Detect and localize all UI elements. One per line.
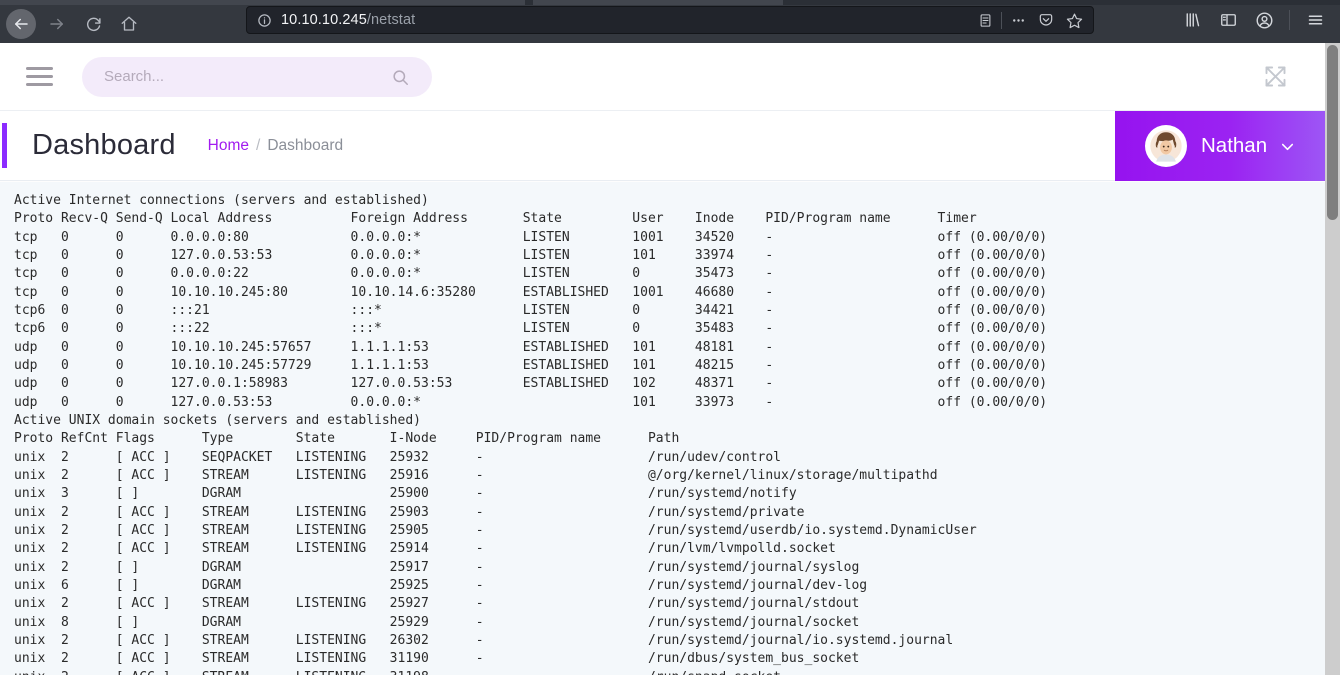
url-host: 10.10.10.245 — [281, 12, 367, 28]
menu-toggle-button[interactable] — [26, 62, 56, 92]
avatar — [1145, 125, 1187, 167]
hamburger-menu-icon[interactable] — [1300, 7, 1330, 33]
reload-button[interactable] — [78, 9, 108, 39]
home-icon — [121, 16, 137, 31]
user-name: Nathan — [1201, 134, 1268, 157]
urlbar-divider — [1001, 11, 1002, 29]
page-viewport: Dashboard Home / Dashboard Nathan — [0, 43, 1340, 675]
breadcrumb-separator: / — [256, 136, 261, 154]
expand-arrows-icon[interactable] — [1262, 63, 1289, 90]
url-path: /netstat — [366, 12, 416, 28]
reload-icon — [86, 17, 101, 31]
back-button[interactable] — [6, 9, 36, 39]
breadcrumb-current: Dashboard — [267, 136, 344, 154]
title-accent-bar — [2, 123, 7, 168]
info-circle-icon[interactable] — [257, 13, 272, 28]
browser-chrome: 10.10.10.245/netstat — [0, 0, 1340, 43]
app-topbar — [0, 43, 1325, 111]
page-title: Dashboard — [32, 129, 176, 161]
page-scrollbar[interactable] — [1325, 43, 1340, 675]
reader-view-icon[interactable] — [971, 7, 999, 33]
user-menu[interactable]: Nathan — [1115, 111, 1325, 181]
page-scrollbar-thumb[interactable] — [1327, 45, 1338, 220]
menu-bar — [26, 75, 53, 78]
back-arrow-icon — [15, 18, 28, 30]
menu-bar — [26, 83, 53, 86]
forward-arrow-icon — [50, 18, 63, 30]
user-avatar — [1147, 127, 1185, 165]
search-icon[interactable] — [391, 68, 410, 92]
browser-toolbar-right — [1177, 6, 1330, 34]
account-icon[interactable] — [1249, 7, 1279, 33]
search-box[interactable] — [82, 56, 432, 97]
search-input[interactable] — [104, 58, 374, 95]
forward-button[interactable] — [42, 9, 72, 39]
netstat-output: Active Internet connections (servers and… — [0, 182, 1325, 675]
urlbar-actions — [971, 7, 1093, 33]
menu-bar — [26, 67, 53, 70]
sidebar-icon[interactable] — [1213, 7, 1243, 33]
url-bar[interactable]: 10.10.10.245/netstat — [246, 6, 1094, 34]
library-icon[interactable] — [1177, 7, 1207, 33]
url-text: 10.10.10.245/netstat — [281, 12, 415, 28]
home-button[interactable] — [114, 9, 144, 39]
netstat-text: Active Internet connections (servers and… — [14, 193, 1048, 675]
ellipsis-icon[interactable] — [1004, 7, 1032, 33]
pocket-icon[interactable] — [1032, 7, 1060, 33]
star-icon[interactable] — [1060, 7, 1088, 33]
breadcrumb: Home / Dashboard — [208, 137, 344, 155]
chevron-down-icon[interactable] — [1278, 137, 1297, 156]
toolbar-divider — [1289, 10, 1290, 30]
breadcrumb-home-link[interactable]: Home — [208, 137, 249, 155]
